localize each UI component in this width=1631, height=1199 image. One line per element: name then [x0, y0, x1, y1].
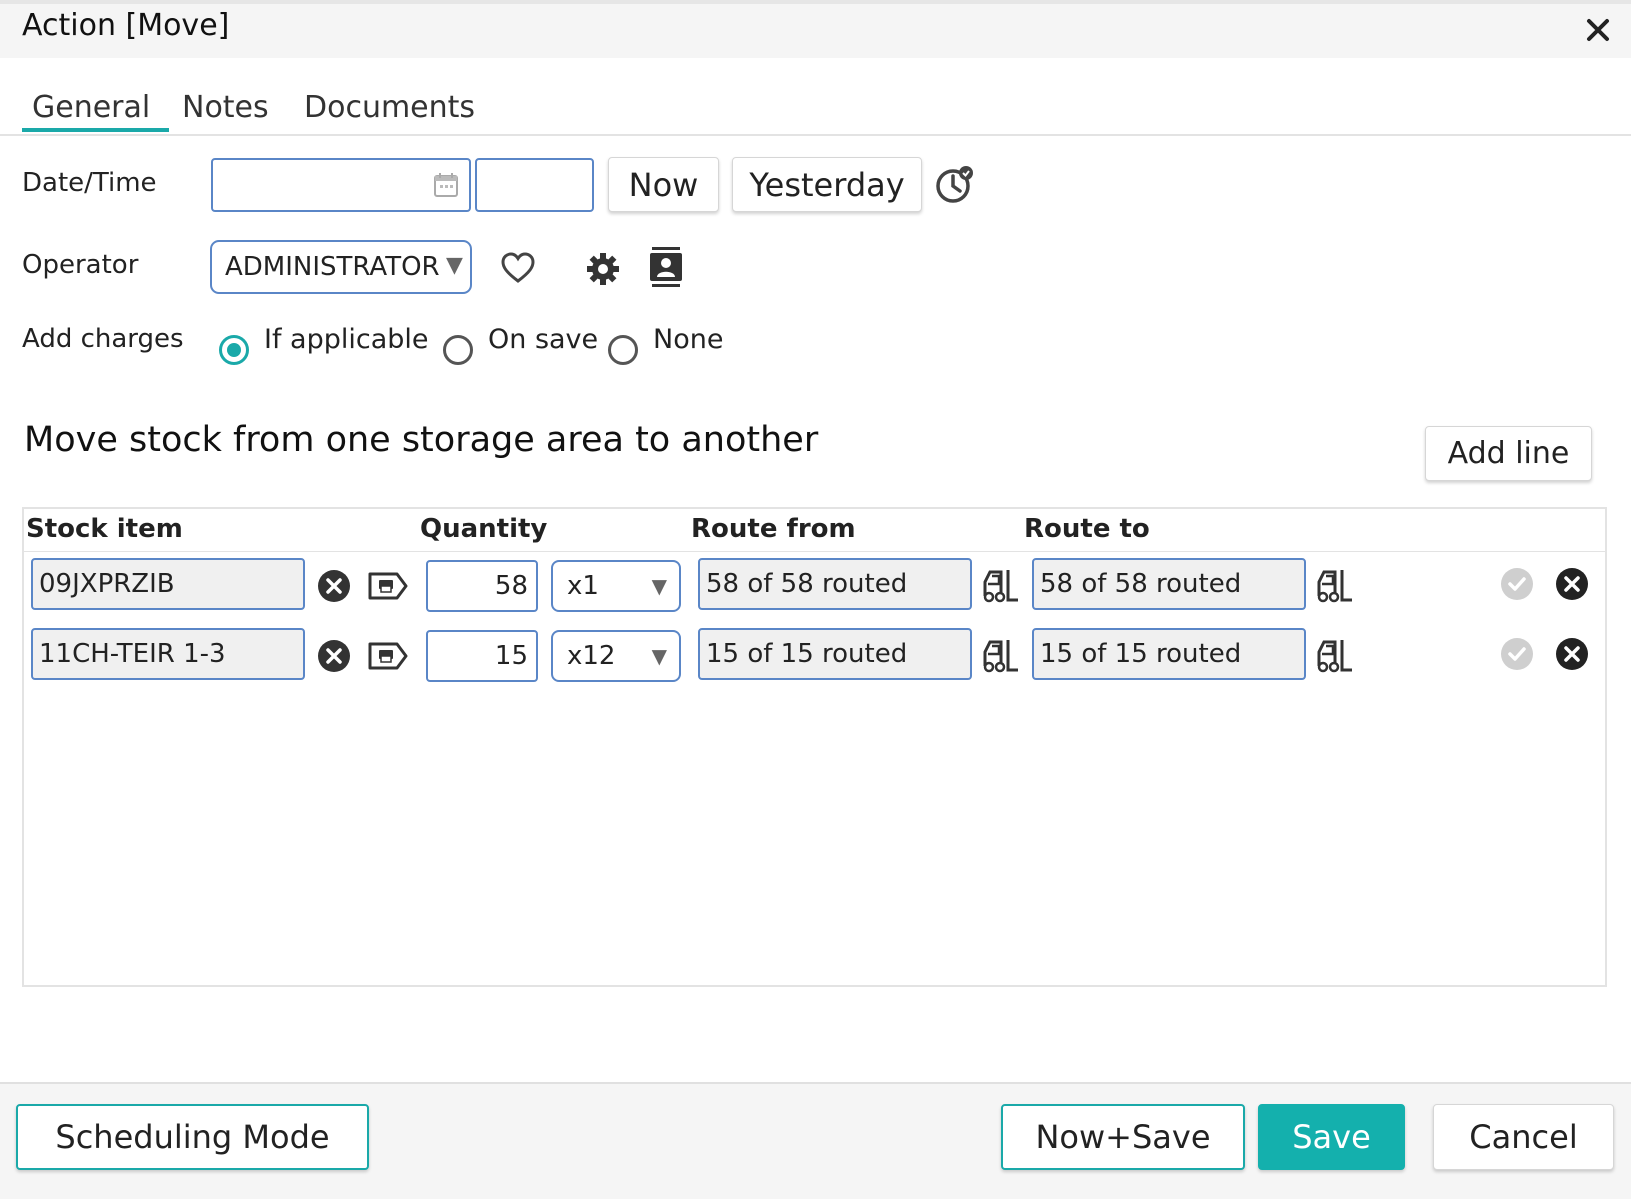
- forklift-icon[interactable]: [980, 636, 1020, 676]
- datetime-label: Date/Time: [22, 168, 157, 198]
- clear-icon[interactable]: [316, 638, 352, 674]
- tab-general[interactable]: General: [32, 90, 150, 125]
- time-input[interactable]: [475, 158, 594, 212]
- table-row: 11CH-TEIR 1-3 15 x12 ▼ 15 of 15 routed 1…: [0, 628, 1631, 684]
- title-bar: [0, 0, 1631, 58]
- operator-label: Operator: [22, 250, 139, 280]
- now-button[interactable]: Now: [608, 157, 719, 212]
- cancel-button[interactable]: Cancel: [1433, 1104, 1614, 1170]
- radio-if-applicable[interactable]: [219, 335, 249, 365]
- grid-header-divider: [24, 551, 1605, 552]
- now-save-button[interactable]: Now+Save: [1001, 1104, 1245, 1170]
- add-line-button[interactable]: Add line: [1425, 426, 1592, 481]
- col-stock-item: Stock item: [26, 514, 183, 544]
- forklift-icon[interactable]: [1314, 566, 1354, 606]
- clear-icon[interactable]: [316, 568, 352, 604]
- table-row: 09JXPRZIB 58 x1 ▼ 58 of 58 routed 58 of …: [0, 558, 1631, 614]
- radio-none[interactable]: [608, 335, 638, 365]
- scheduling-mode-button[interactable]: Scheduling Mode: [16, 1104, 369, 1170]
- check-icon[interactable]: [1499, 566, 1535, 602]
- close-icon[interactable]: [1580, 12, 1616, 48]
- col-quantity: Quantity: [420, 514, 548, 544]
- route-to-field[interactable]: 58 of 58 routed: [1032, 558, 1306, 610]
- tab-notes[interactable]: Notes: [182, 90, 269, 125]
- col-route-from: Route from: [691, 514, 856, 544]
- route-to-field[interactable]: 15 of 15 routed: [1032, 628, 1306, 680]
- calendar-icon[interactable]: [431, 170, 461, 200]
- forklift-icon[interactable]: [980, 566, 1020, 606]
- col-route-to: Route to: [1024, 514, 1150, 544]
- contact-card-icon[interactable]: [646, 246, 686, 290]
- gear-icon[interactable]: [584, 250, 622, 288]
- route-from-field[interactable]: 58 of 58 routed: [698, 558, 972, 610]
- forklift-icon[interactable]: [1314, 636, 1354, 676]
- remove-icon[interactable]: [1554, 566, 1590, 602]
- radio-none-label[interactable]: None: [653, 324, 723, 355]
- quantity-field[interactable]: 15: [426, 630, 538, 682]
- radio-if-applicable-label[interactable]: If applicable: [264, 324, 429, 355]
- clock-icon[interactable]: [934, 163, 976, 205]
- unit-select[interactable]: x12 ▼: [551, 630, 681, 682]
- quantity-field[interactable]: 58: [426, 560, 538, 612]
- operator-value: ADMINISTRATOR: [225, 252, 440, 282]
- chevron-down-icon: ▼: [651, 574, 667, 598]
- unit-value: x12: [567, 641, 616, 671]
- route-from-field[interactable]: 15 of 15 routed: [698, 628, 972, 680]
- window-title: Action [Move]: [22, 8, 230, 43]
- heart-icon[interactable]: [498, 250, 538, 286]
- stock-item-field[interactable]: 11CH-TEIR 1-3: [31, 628, 305, 680]
- active-tab-indicator: [22, 128, 169, 132]
- tag-icon[interactable]: [366, 568, 410, 604]
- unit-value: x1: [567, 571, 599, 601]
- section-title: Move stock from one storage area to anot…: [24, 420, 819, 460]
- operator-select[interactable]: ADMINISTRATOR ▼: [210, 240, 472, 294]
- check-icon[interactable]: [1499, 636, 1535, 672]
- save-button[interactable]: Save: [1258, 1104, 1405, 1170]
- radio-on-save[interactable]: [443, 335, 473, 365]
- date-input[interactable]: [211, 158, 471, 212]
- tab-documents[interactable]: Documents: [304, 90, 475, 125]
- stock-item-field[interactable]: 09JXPRZIB: [31, 558, 305, 610]
- radio-on-save-label[interactable]: On save: [488, 324, 598, 355]
- unit-select[interactable]: x1 ▼: [551, 560, 681, 612]
- tag-icon[interactable]: [366, 638, 410, 674]
- add-charges-label: Add charges: [22, 324, 184, 354]
- yesterday-button[interactable]: Yesterday: [732, 157, 922, 212]
- chevron-down-icon: ▼: [651, 644, 667, 668]
- tabs-divider: [0, 134, 1631, 136]
- chevron-down-icon: ▼: [446, 253, 463, 278]
- remove-icon[interactable]: [1554, 636, 1590, 672]
